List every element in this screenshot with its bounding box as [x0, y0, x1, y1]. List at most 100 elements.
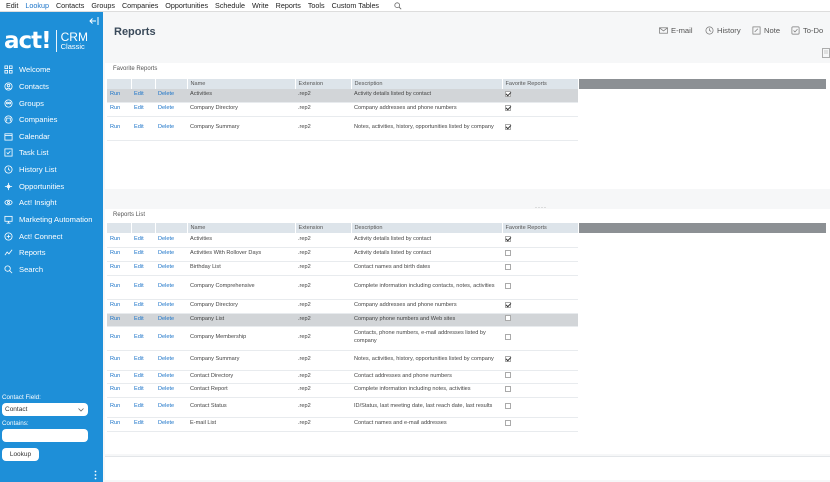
table-row[interactable]: Run Edit Delete Company List .rep2 Company ph… — [107, 313, 826, 327]
delete-link[interactable]: Delete — [155, 247, 187, 262]
favorite-checkbox[interactable] — [505, 355, 511, 362]
collapse-sidebar-icon[interactable] — [89, 17, 99, 25]
more-options-icon[interactable] — [94, 470, 97, 480]
menu-companies[interactable]: Companies — [122, 1, 158, 10]
table-row[interactable]: Run Edit Delete Activities .rep2 Activity det… — [107, 233, 826, 248]
favorite-checkbox[interactable] — [505, 385, 511, 392]
menu-search-icon[interactable] — [394, 1, 402, 10]
sidebar-item-calendar[interactable]: Calendar — [0, 128, 103, 144]
column-header-fav[interactable]: Favorite Reports — [502, 79, 579, 89]
run-link[interactable]: Run — [107, 247, 131, 262]
delete-link[interactable]: Delete — [155, 397, 187, 418]
delete-link[interactable]: Delete — [155, 350, 187, 371]
todo-button[interactable]: To-Do — [791, 24, 823, 36]
run-link[interactable]: Run — [107, 102, 131, 117]
sidebar-item-reports[interactable]: Reports — [0, 244, 103, 260]
column-header-desc[interactable]: Description — [351, 223, 503, 233]
run-link[interactable]: Run — [107, 233, 131, 248]
menu-lookup[interactable]: Lookup — [25, 1, 49, 10]
column-header-c1[interactable] — [107, 79, 132, 89]
favorite-checkbox[interactable] — [505, 402, 511, 409]
table-row[interactable]: Run Edit Delete Birthday List .rep2 Contact n… — [107, 261, 826, 276]
table-row[interactable]: Run Edit Delete Contact Status .rep2 ID/Statu… — [107, 397, 826, 418]
sidebar-item-contacts[interactable]: Contacts — [0, 78, 103, 94]
favorite-checkbox[interactable] — [505, 282, 511, 289]
sidebar-item-opportunities[interactable]: Opportunities — [0, 178, 103, 194]
sidebar-item-act-insight[interactable]: Act! Insight — [0, 194, 103, 210]
table-row[interactable]: Run Edit Delete Company Membership .rep2 Cont… — [107, 326, 826, 351]
menu-tools[interactable]: Tools — [308, 1, 325, 10]
history-button[interactable]: History — [705, 24, 741, 36]
run-link[interactable]: Run — [107, 326, 131, 351]
table-row[interactable]: Run Edit Delete Company Summary .rep2 Notes, … — [107, 116, 826, 141]
column-header-c3[interactable] — [155, 79, 188, 89]
sidebar-item-search[interactable]: Search — [0, 261, 103, 277]
run-link[interactable]: Run — [107, 299, 131, 314]
run-link[interactable]: Run — [107, 261, 131, 276]
favorite-checkbox[interactable] — [505, 123, 511, 130]
table-row[interactable]: Run Edit Delete Contact Report .rep2 Complete… — [107, 383, 826, 398]
menu-edit[interactable]: Edit — [6, 1, 18, 10]
favorite-checkbox[interactable] — [505, 301, 511, 308]
delete-link[interactable]: Delete — [155, 299, 187, 314]
delete-link[interactable]: Delete — [155, 116, 187, 141]
column-header-name[interactable]: Name — [187, 79, 296, 89]
run-link[interactable]: Run — [107, 313, 131, 327]
run-link[interactable]: Run — [107, 370, 131, 384]
favorite-checkbox[interactable] — [505, 315, 511, 322]
sidebar-item-task-list[interactable]: Task List — [0, 144, 103, 160]
column-header-c2[interactable] — [131, 79, 156, 89]
favorite-checkbox[interactable] — [505, 333, 511, 340]
delete-link[interactable]: Delete — [155, 233, 187, 248]
sidebar-item-companies[interactable]: Companies — [0, 111, 103, 127]
delete-link[interactable]: Delete — [155, 417, 187, 432]
table-row[interactable]: Run Edit Delete Activities With Rollover Da… — [107, 247, 826, 262]
delete-link[interactable]: Delete — [155, 383, 187, 398]
edit-link[interactable]: Edit — [131, 370, 155, 384]
table-row[interactable]: Run Edit Delete Company Summary .rep2 Notes, … — [107, 350, 826, 371]
edit-link[interactable]: Edit — [131, 417, 155, 432]
favorite-checkbox[interactable] — [505, 372, 511, 379]
favorite-checkbox[interactable] — [505, 91, 511, 98]
edit-link[interactable]: Edit — [131, 299, 155, 314]
table-row[interactable]: Run Edit Delete Company Comprehensive .rep2 C… — [107, 275, 826, 300]
edit-link[interactable]: Edit — [131, 383, 155, 398]
delete-link[interactable]: Delete — [155, 313, 187, 327]
menu-reports[interactable]: Reports — [276, 1, 301, 10]
run-link[interactable]: Run — [107, 397, 131, 418]
edit-link[interactable]: Edit — [131, 397, 155, 418]
favorite-checkbox[interactable] — [505, 419, 511, 426]
table-row[interactable]: Run Edit Delete E-mail List .rep2 Contact nam… — [107, 417, 826, 432]
run-link[interactable]: Run — [107, 417, 131, 432]
sidebar-item-marketing-automation[interactable]: Marketing Automation — [0, 211, 103, 227]
menu-schedule[interactable]: Schedule — [215, 1, 245, 10]
sidebar-item-history-list[interactable]: History List — [0, 161, 103, 177]
favorite-checkbox[interactable] — [505, 235, 511, 242]
menu-groups[interactable]: Groups — [91, 1, 115, 10]
delete-link[interactable]: Delete — [155, 102, 187, 117]
favorite-checkbox[interactable] — [505, 104, 511, 111]
contains-input[interactable] — [2, 429, 88, 442]
menu-custom-tables[interactable]: Custom Tables — [332, 1, 379, 10]
column-header-fav[interactable]: Favorite Reports — [502, 223, 579, 233]
edit-link[interactable]: Edit — [131, 116, 155, 141]
menu-opportunities[interactable]: Opportunities — [165, 1, 208, 10]
side-panel-icon[interactable] — [822, 48, 830, 58]
delete-link[interactable]: Delete — [155, 370, 187, 384]
run-link[interactable]: Run — [107, 89, 131, 103]
email-button[interactable]: E-mail — [659, 24, 693, 36]
column-header-ext[interactable]: Extension — [295, 79, 352, 89]
table-row[interactable]: Run Edit Delete Activities .rep2 Activity det… — [107, 89, 826, 103]
edit-link[interactable]: Edit — [131, 261, 155, 276]
edit-link[interactable]: Edit — [131, 326, 155, 351]
favorite-checkbox[interactable] — [505, 249, 511, 256]
sidebar-item-welcome[interactable]: Welcome — [0, 61, 103, 77]
column-header-c1[interactable] — [107, 223, 132, 233]
edit-link[interactable]: Edit — [131, 275, 155, 300]
column-header-desc[interactable]: Description — [351, 79, 503, 89]
table-row[interactable]: Run Edit Delete Company Directory .rep2 Compa… — [107, 299, 826, 314]
delete-link[interactable]: Delete — [155, 275, 187, 300]
edit-link[interactable]: Edit — [131, 233, 155, 248]
lookup-button[interactable]: Lookup — [2, 448, 39, 461]
note-button[interactable]: Note — [752, 24, 780, 36]
